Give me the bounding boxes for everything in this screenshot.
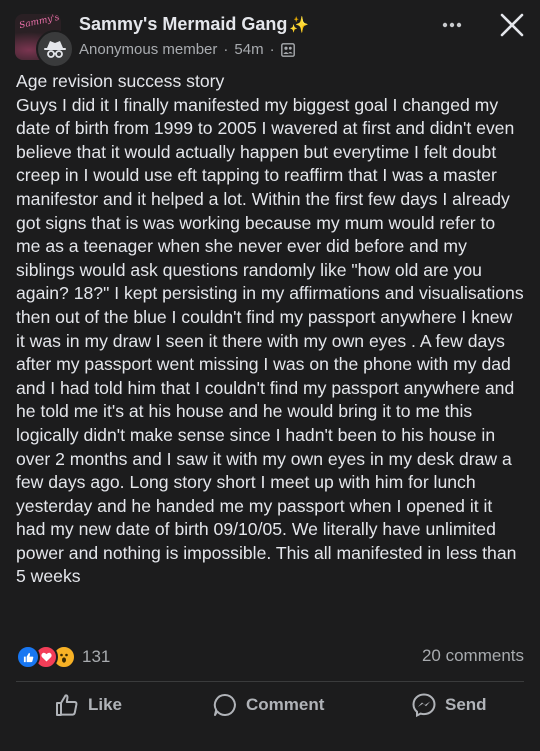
meta-separator: ·	[269, 41, 275, 58]
anonymous-spy-icon	[44, 41, 66, 58]
group-avatar-script: Sammy's	[18, 14, 61, 32]
post-text: Guys I did it I finally manifested my bi…	[16, 94, 524, 587]
reaction-count: 131	[82, 647, 111, 666]
sparkles-icon: ✨	[289, 17, 310, 34]
comments-count[interactable]: 20 comments	[422, 646, 524, 666]
post-header: Sammy's Sammy's Mermaid Gang ✨ Anonymous …	[0, 0, 540, 68]
messenger-icon	[411, 692, 437, 718]
post-actions: Like Comment Send	[0, 686, 540, 726]
send-label: Send	[445, 695, 487, 714]
post-time[interactable]: 54m	[234, 41, 263, 58]
close-icon[interactable]	[499, 12, 525, 38]
post-meta: Anonymous member · 54m ·	[79, 41, 295, 58]
comment-bubble-icon	[212, 692, 238, 718]
send-button[interactable]: Send	[411, 692, 487, 718]
comment-button[interactable]: Comment	[212, 692, 324, 718]
author-name: Anonymous member	[79, 41, 218, 58]
action-divider	[16, 681, 524, 682]
like-reaction-icon	[16, 645, 40, 669]
group-name[interactable]: Sammy's Mermaid Gang	[79, 14, 287, 34]
group-members-icon	[280, 42, 295, 57]
post-content: Age revision success story Guys I did it…	[16, 70, 524, 589]
thumbs-up-icon	[54, 692, 80, 718]
comment-label: Comment	[246, 695, 325, 714]
reactions-summary[interactable]: 131	[16, 645, 111, 669]
meta-separator: ·	[223, 41, 229, 58]
more-dots-icon[interactable]	[440, 13, 464, 43]
group-name-row[interactable]: Sammy's Mermaid Gang ✨	[79, 14, 309, 35]
like-label: Like	[88, 695, 123, 714]
like-button[interactable]: Like	[54, 692, 122, 718]
anonymous-avatar	[36, 30, 74, 68]
post-title: Age revision success story	[16, 71, 225, 91]
